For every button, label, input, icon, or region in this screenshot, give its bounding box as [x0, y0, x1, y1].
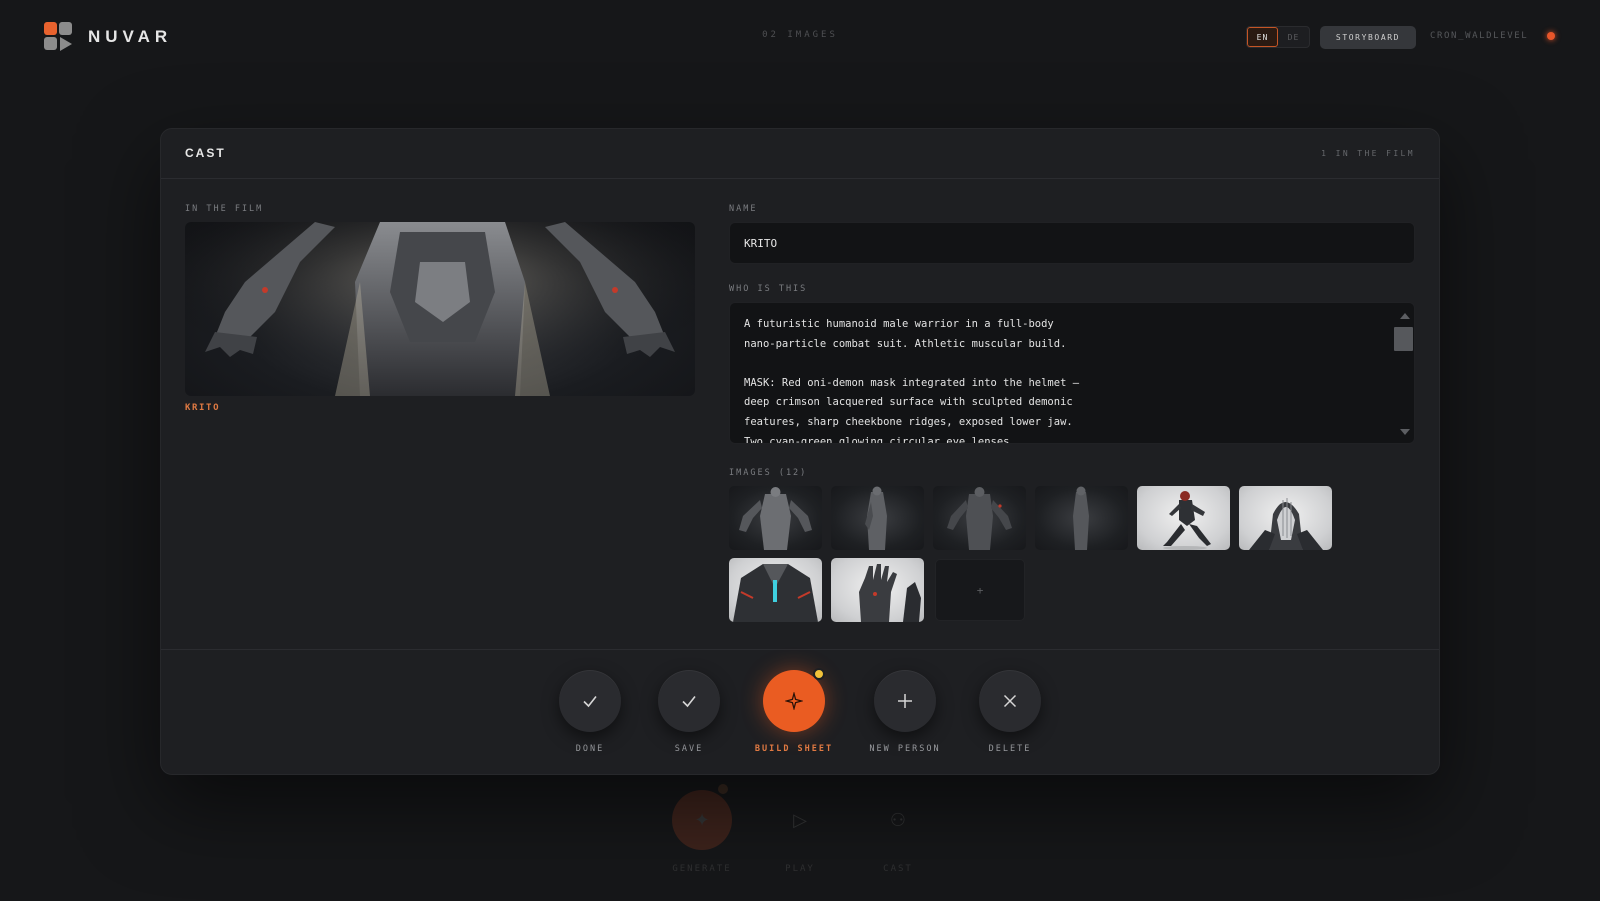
image-thumbnail[interactable]: [1137, 486, 1230, 550]
play-icon: ▷: [793, 809, 807, 830]
dock-play-button[interactable]: ▷ PLAY: [760, 790, 840, 875]
character-film-image[interactable]: [185, 222, 695, 396]
image-thumbnail[interactable]: [1035, 486, 1128, 550]
scroll-up-arrow-icon[interactable]: [1400, 313, 1410, 319]
user-name[interactable]: CRON_WALDLEVEL: [1430, 31, 1528, 41]
done-button[interactable]: DONE: [535, 670, 645, 754]
action-label: DELETE: [988, 744, 1032, 754]
character-name-caption: KRITO: [185, 403, 221, 413]
hand-closeup-image: [859, 564, 921, 622]
chest-closeup-image: [733, 564, 818, 622]
character-front-image: [739, 487, 812, 550]
dock-label: PLAY: [785, 864, 815, 874]
modal-footer: DONE SAVE BUILD SHEET NEW PERSON DELETE: [161, 649, 1439, 774]
character-back-image: [947, 487, 1012, 550]
image-thumbnail[interactable]: [933, 486, 1026, 550]
cast-count: 1 IN THE FILM: [1321, 149, 1415, 158]
images-label: IMAGES (12): [729, 468, 808, 478]
description-scrollbar[interactable]: [1394, 303, 1414, 443]
language-switcher[interactable]: EN DE: [1246, 26, 1310, 48]
sparkle-icon: [763, 668, 825, 732]
description-text: A futuristic humanoid male warrior in a …: [744, 318, 1080, 444]
helmet-closeup-image: [1249, 498, 1323, 550]
build-sheet-button[interactable]: BUILD SHEET: [739, 668, 849, 754]
name-field[interactable]: KRITO: [729, 222, 1415, 264]
character-render-image: [185, 222, 695, 396]
top-bar: NUVAR 02 IMAGES EN DE STORYBOARD CRON_WA…: [0, 0, 1600, 72]
image-thumbnail[interactable]: [1239, 486, 1332, 550]
background-dock: ✦ GENERATE ▷ PLAY ⚇ CAST: [0, 780, 1600, 890]
image-thumbnail[interactable]: [831, 486, 924, 550]
sparkle-icon: ✦: [672, 790, 732, 850]
dock-generate-button[interactable]: ✦ GENERATE: [662, 784, 742, 874]
image-thumbnail[interactable]: [729, 558, 822, 622]
character-profile-image: [1073, 486, 1089, 550]
check-icon: [658, 670, 720, 732]
image-thumbnail[interactable]: [729, 486, 822, 550]
image-thumbnail[interactable]: [831, 558, 924, 622]
dock-label: CAST: [883, 864, 913, 874]
scroll-down-arrow-icon[interactable]: [1400, 429, 1410, 435]
cast-modal: CAST 1 IN THE FILM IN THE FILM KRITO NAM…: [160, 128, 1440, 775]
check-icon: [559, 670, 621, 732]
status-indicator: [1547, 32, 1555, 40]
delete-button[interactable]: DELETE: [955, 670, 1065, 754]
people-icon: ⚇: [889, 809, 907, 830]
dock-label: GENERATE: [672, 864, 732, 874]
notification-dot: [813, 668, 825, 680]
storyboard-button[interactable]: STORYBOARD: [1320, 26, 1416, 49]
action-label: DONE: [575, 744, 605, 754]
new-person-button[interactable]: NEW PERSON: [850, 670, 960, 754]
action-label: SAVE: [674, 744, 704, 754]
action-label: BUILD SHEET: [754, 744, 834, 754]
add-image-button[interactable]: +: [935, 559, 1025, 621]
plus-icon: [874, 670, 936, 732]
action-label: NEW PERSON: [869, 744, 941, 754]
description-textarea[interactable]: A futuristic humanoid male warrior in a …: [729, 302, 1415, 444]
modal-title: CAST: [185, 146, 226, 160]
character-side-image: [865, 486, 887, 550]
scroll-thumb[interactable]: [1394, 327, 1413, 351]
in-film-label: IN THE FILM: [185, 204, 264, 214]
language-option-en[interactable]: EN: [1247, 27, 1278, 47]
character-action-pose-image: [1163, 491, 1211, 550]
dock-cast-button[interactable]: ⚇ CAST: [858, 790, 938, 875]
language-option-de[interactable]: DE: [1278, 27, 1309, 47]
save-button[interactable]: SAVE: [634, 670, 744, 754]
close-icon: [979, 670, 1041, 732]
description-field-label: WHO IS THIS: [729, 284, 808, 294]
name-field-label: NAME: [729, 204, 758, 214]
notification-dot: [718, 784, 728, 794]
modal-header: CAST 1 IN THE FILM: [161, 129, 1439, 179]
